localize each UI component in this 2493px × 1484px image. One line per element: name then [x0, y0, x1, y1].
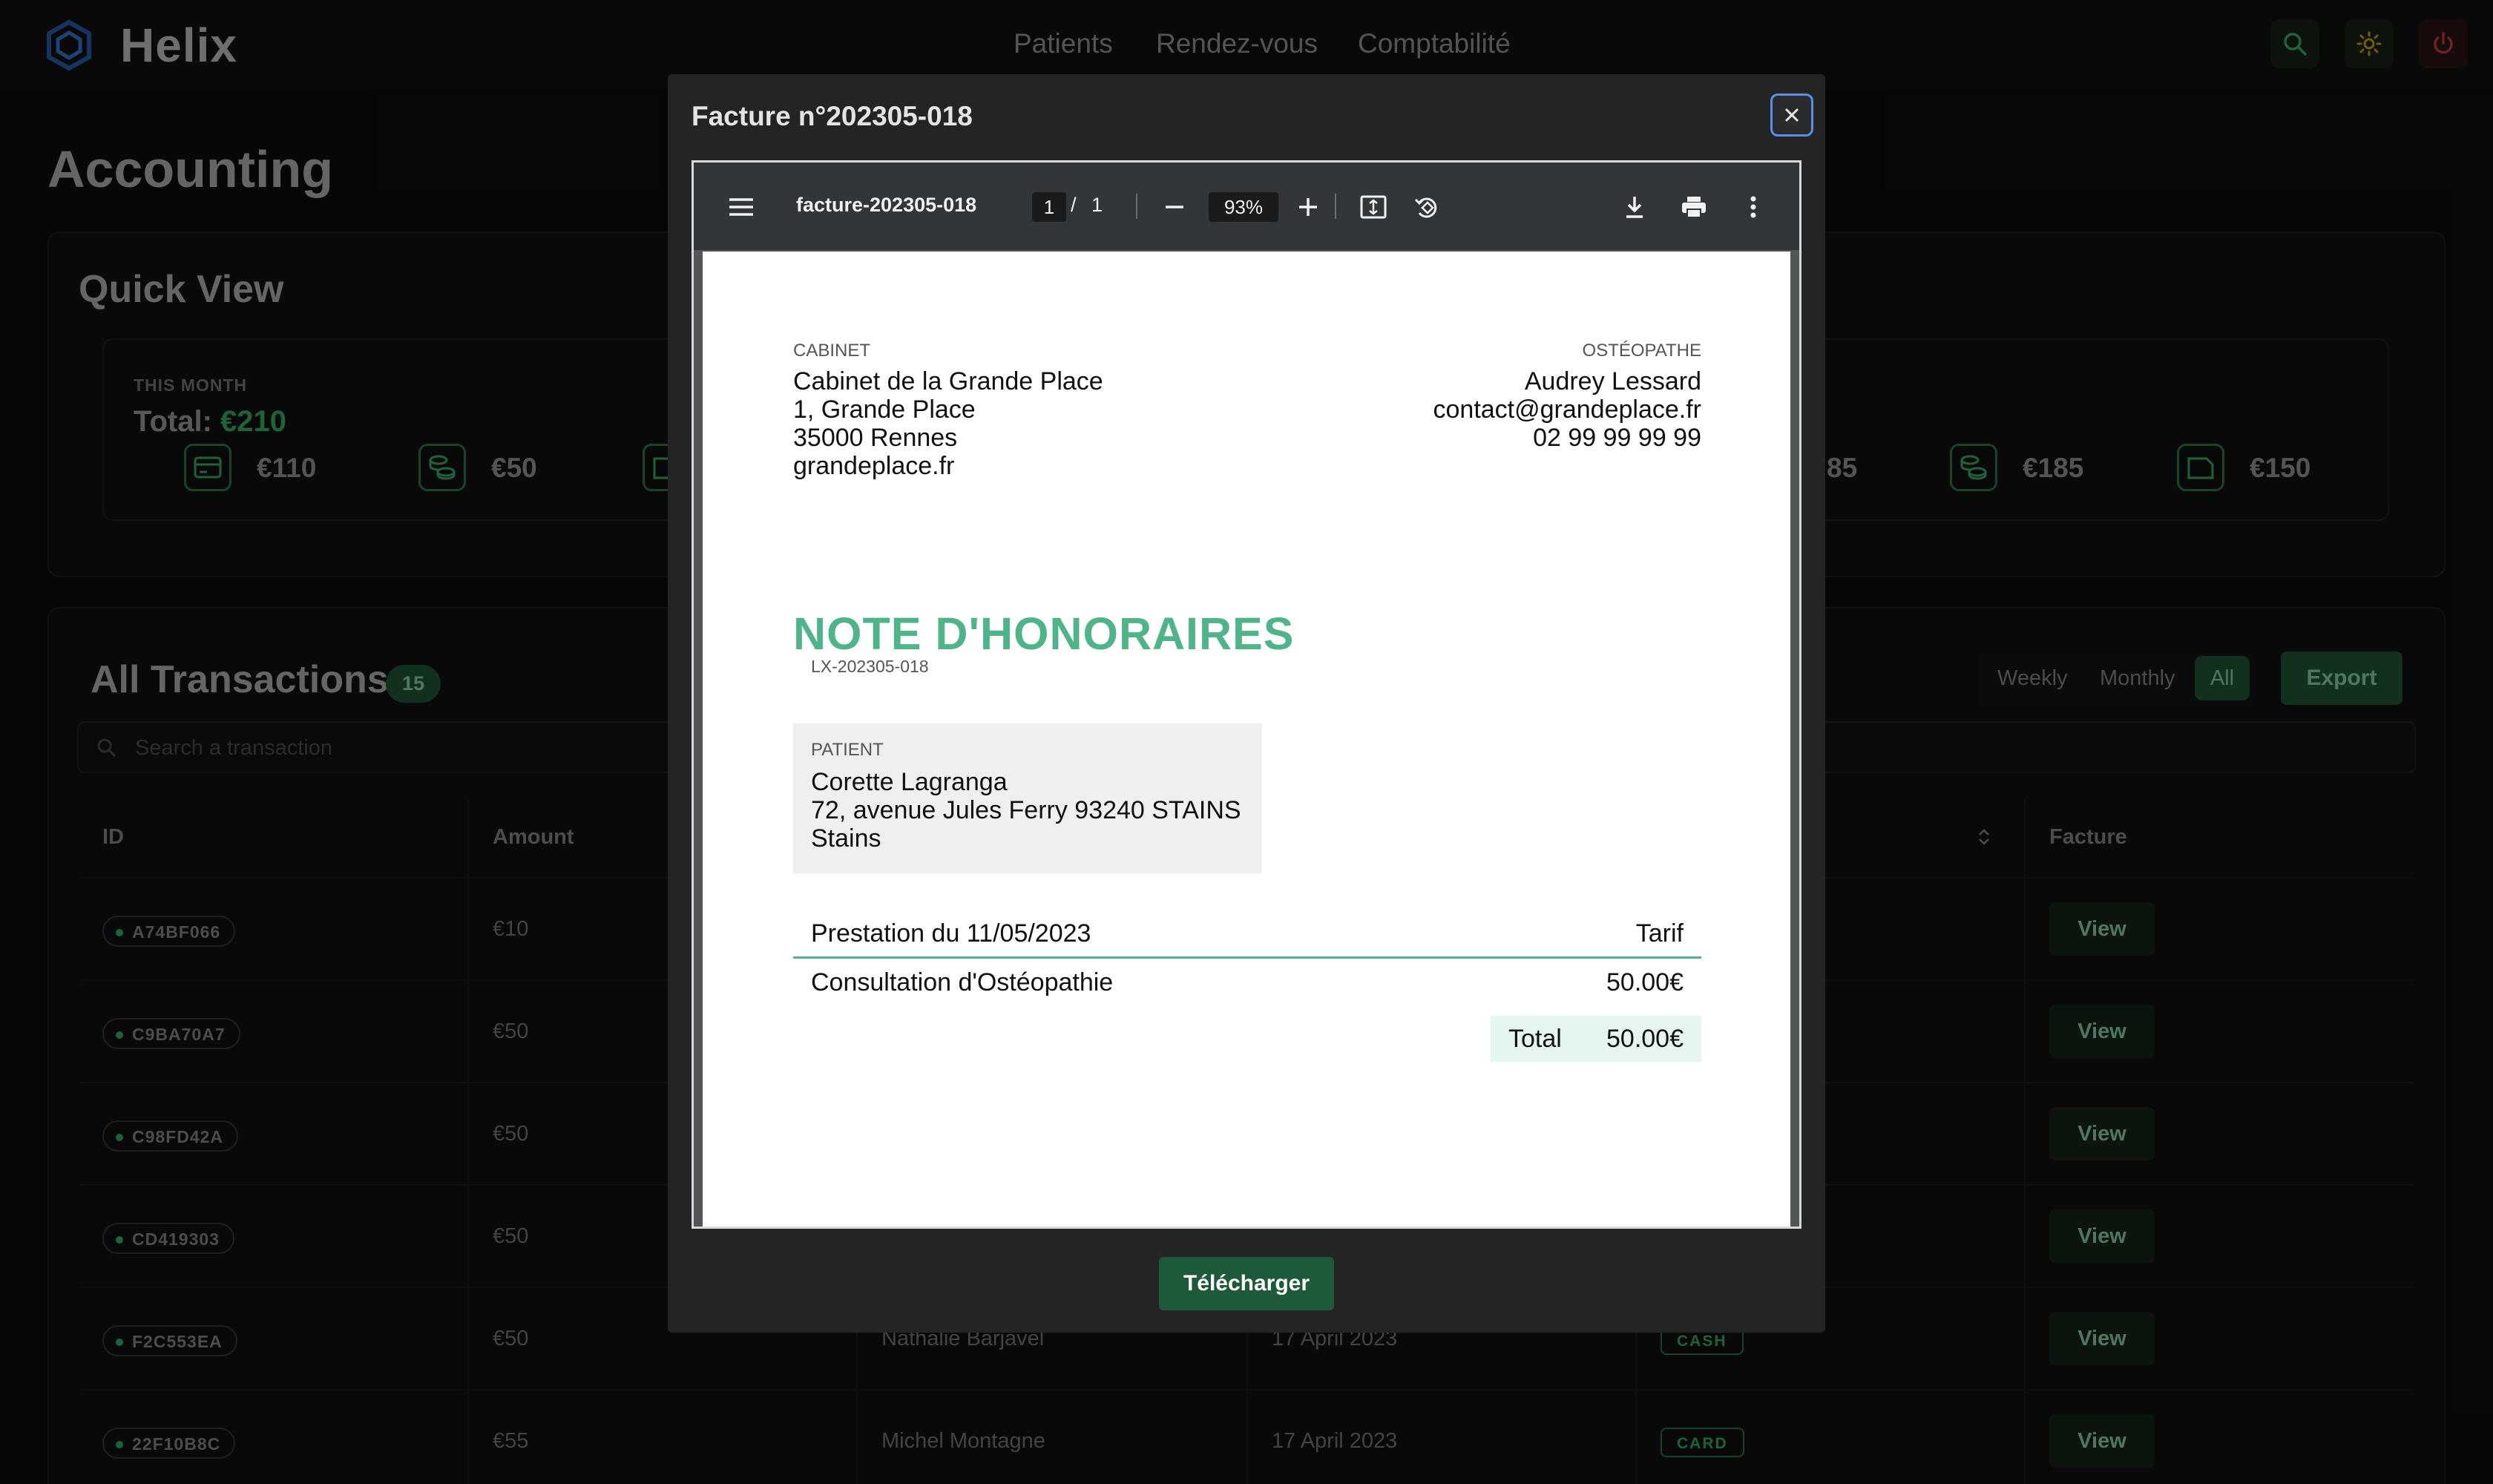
menu-icon[interactable] [726, 192, 756, 222]
cabinet-label: CABINET [793, 341, 871, 361]
more-options-icon[interactable] [1738, 192, 1768, 222]
total-label: Total [1508, 1025, 1562, 1053]
cabinet-city: 35000 Rennes [793, 424, 958, 452]
osteo-label: OSTÉOPATHE [1582, 341, 1701, 361]
osteo-phone: 02 99 99 99 99 [1533, 424, 1701, 452]
pdf-page: CABINET Cabinet de la Grande Place 1, Gr… [703, 252, 1790, 1227]
patient-city: Stains [811, 824, 881, 853]
invoice-modal: Facture n°202305-018 facture-202305-018 … [668, 74, 1825, 1333]
modal-title: Facture n°202305-018 [692, 101, 973, 131]
zoom-in-icon[interactable] [1293, 192, 1323, 222]
invoice-reference: LX-202305-018 [811, 657, 929, 676]
fit-page-icon[interactable] [1359, 192, 1388, 222]
close-icon [1784, 108, 1799, 122]
pdf-page-total: 1 [1091, 194, 1103, 216]
download-button[interactable]: Télécharger [1159, 1257, 1334, 1310]
download-icon[interactable] [1620, 192, 1649, 222]
pdf-page-separator: / [1071, 194, 1077, 216]
rotate-icon[interactable] [1412, 192, 1442, 222]
line-item-description: Consultation d'Ostéopathie [811, 968, 1114, 997]
pdf-zoom-level[interactable]: 93% [1209, 192, 1278, 222]
zoom-out-icon[interactable] [1160, 192, 1189, 222]
cabinet-website: grandeplace.fr [793, 452, 955, 480]
osteo-email: contact@grandeplace.fr [1433, 395, 1702, 424]
pdf-viewer: facture-202305-018 1 / 1 93% CABINET Cab… [692, 160, 1801, 1229]
patient-name: Corette Lagranga [811, 768, 1008, 796]
pdf-file-name: facture-202305-018 [796, 194, 977, 216]
osteo-name: Audrey Lessard [1524, 367, 1701, 395]
print-icon[interactable] [1679, 192, 1709, 222]
line-item-price: 50.00€ [1606, 968, 1684, 997]
patient-label: PATIENT [811, 740, 884, 760]
pdf-toolbar: facture-202305-018 1 / 1 93% [694, 162, 1799, 250]
cabinet-name: Cabinet de la Grande Place [793, 367, 1103, 395]
prestation-header: Prestation du 11/05/2023 [811, 919, 1091, 948]
invoice-heading: NOTE D'HONORAIRES [793, 608, 1295, 659]
total-box: Total 50.00€ [1491, 1016, 1701, 1062]
modal-close-button[interactable] [1770, 93, 1813, 137]
cabinet-address: 1, Grande Place [793, 395, 976, 424]
table-divider [793, 956, 1701, 959]
patient-address: 72, avenue Jules Ferry 93240 STAINS [811, 796, 1241, 824]
patient-box: PATIENT Corette Lagranga 72, avenue Jule… [793, 723, 1262, 873]
total-value: 50.00€ [1606, 1025, 1684, 1053]
pdf-page-input[interactable]: 1 [1032, 192, 1066, 222]
tarif-header: Tarif [1635, 919, 1684, 948]
